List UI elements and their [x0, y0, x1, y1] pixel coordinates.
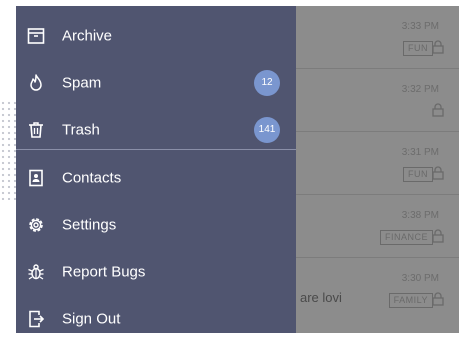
- drawer-item-label: Spam: [62, 74, 102, 91]
- message-tag: FUN: [403, 41, 433, 56]
- message-list-dimmed: 3:33 PM FUN 3:32 PM 3:31 PM FUN 3:38 PM …: [296, 6, 459, 333]
- drawer-item-archive[interactable]: Archive: [16, 12, 296, 59]
- message-row[interactable]: 3:38 PM FINANCE: [296, 195, 459, 258]
- drawer-item-label: Archive: [62, 27, 113, 44]
- spam-count-badge: 12: [254, 69, 280, 96]
- message-time: 3:31 PM: [401, 147, 439, 158]
- drawer-item-sign-out[interactable]: Sign Out: [16, 295, 296, 342]
- lock-icon: [432, 292, 444, 306]
- message-time: 3:32 PM: [401, 84, 439, 95]
- message-row[interactable]: 3:31 PM FUN: [296, 132, 459, 195]
- trash-icon: [24, 118, 48, 142]
- message-time: 3:38 PM: [401, 210, 439, 221]
- sign-out-icon: [24, 307, 48, 331]
- drawer-item-spam[interactable]: Spam 12: [16, 59, 296, 106]
- message-time: 3:30 PM: [401, 273, 439, 284]
- drawer-item-label: Report Bugs: [62, 263, 146, 280]
- contacts-icon: [24, 166, 48, 190]
- message-time: 3:33 PM: [401, 21, 439, 32]
- message-row[interactable]: 3:33 PM FUN: [296, 6, 459, 69]
- message-row[interactable]: 3:30 PM are lovi FAMILY: [296, 258, 459, 320]
- lock-icon: [432, 40, 444, 54]
- message-snippet: are lovi: [300, 290, 342, 305]
- fire-icon: [24, 71, 48, 95]
- drawer-item-settings[interactable]: Settings: [16, 201, 296, 248]
- lock-icon: [432, 166, 444, 180]
- message-tag: FINANCE: [379, 230, 433, 245]
- drawer-item-label: Contacts: [62, 169, 122, 186]
- bug-icon: [24, 260, 48, 284]
- drawer-item-report-bugs[interactable]: Report Bugs: [16, 248, 296, 295]
- drawer-item-trash[interactable]: Trash 141: [16, 106, 296, 153]
- message-tag: FAMILY: [388, 293, 433, 308]
- trash-count-badge: 141: [254, 116, 280, 143]
- lock-icon: [432, 103, 444, 117]
- message-tag: FUN: [403, 167, 433, 182]
- drawer-divider: [16, 149, 296, 150]
- drawer-item-label: Settings: [62, 216, 117, 233]
- drawer-item-label: Trash: [62, 121, 100, 138]
- navigation-drawer: Archive Spam 12 Trash 141 Contacts Setti…: [16, 6, 296, 333]
- message-row[interactable]: 3:32 PM: [296, 69, 459, 132]
- gear-icon: [24, 213, 48, 237]
- lock-icon: [432, 229, 444, 243]
- drawer-item-contacts[interactable]: Contacts: [16, 154, 296, 201]
- drawer-item-label: Sign Out: [62, 310, 121, 327]
- archive-icon: [24, 24, 48, 48]
